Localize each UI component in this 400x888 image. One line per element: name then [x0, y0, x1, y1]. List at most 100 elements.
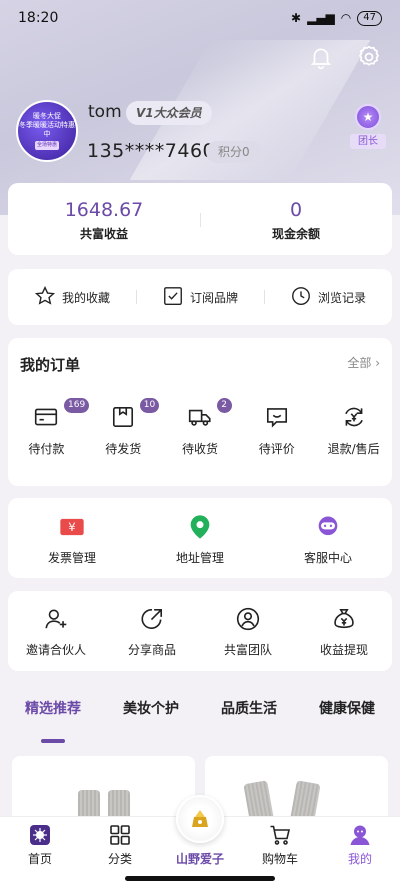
tab-category[interactable]: 分类	[80, 817, 160, 872]
chevron-right-icon: ›	[375, 356, 380, 370]
orders-all-label: 全部	[347, 356, 372, 370]
order-pending-review[interactable]: 待评价	[238, 404, 315, 457]
avatar[interactable]: 暖冬大促 冬季暖暖活动特惠中 全场特惠	[16, 100, 78, 162]
category-tabs: 精选推荐 美妆个护 品质生活 健康保健	[0, 694, 400, 744]
comment-icon	[264, 404, 290, 430]
tab-featured[interactable]: 精选推荐	[25, 694, 81, 744]
invite-partner-label: 邀请合伙人	[25, 643, 86, 657]
tab-beauty[interactable]: 美妆个护	[123, 694, 179, 744]
tab-brand-label: 山野爱子	[175, 852, 224, 866]
status-time: 18:20	[18, 10, 59, 26]
svg-text:¥: ¥	[68, 520, 75, 534]
bell-icon[interactable]	[308, 44, 334, 74]
leader-badge[interactable]: ★ 团长	[350, 104, 386, 149]
tab-home-label: 首页	[27, 852, 52, 866]
orders-header: 我的订单 全部 ›	[20, 354, 380, 375]
tab-cart[interactable]: 购物车	[240, 817, 320, 872]
status-bar: 18:20 ✱ ▂▄▆ ◠ 47	[0, 0, 400, 36]
common-team-label: 共富团队	[223, 643, 272, 657]
earnings-label: 共富收益	[79, 227, 128, 241]
wallet-icon	[33, 404, 59, 430]
bluetooth-icon: ✱	[291, 11, 302, 25]
tab-mine[interactable]: 我的	[320, 817, 400, 872]
order-pending-receipt[interactable]: 2 待收货	[162, 398, 239, 457]
withdraw-earnings-label: 收益提现	[319, 643, 368, 657]
cash-value: 0	[289, 199, 303, 221]
favorites-label: 我的收藏	[61, 290, 110, 305]
invoice-label: 发票管理	[47, 551, 96, 565]
service-tools-card: ¥ 发票管理 地址管理 客服中心	[8, 498, 392, 578]
order-refund[interactable]: 退款/售后	[315, 404, 392, 457]
address-management[interactable]: 地址管理	[136, 513, 264, 578]
medal-icon: ★	[355, 104, 381, 130]
star-icon	[34, 285, 56, 310]
share-product-label: 分享商品	[127, 643, 176, 657]
common-team[interactable]: 共富团队	[200, 606, 296, 671]
team-icon	[235, 606, 261, 632]
quick-links-card: 我的收藏 订阅品牌 浏览记录	[8, 269, 392, 325]
brand-icon	[176, 795, 224, 843]
checkbox-icon	[162, 285, 184, 310]
pending-shipment-badge: 10	[139, 398, 160, 413]
phone-number: 135****7460	[87, 140, 216, 162]
orders-card: 我的订单 全部 › 169 待付款 10 待发货 2 待收货 待评价 退款/售后	[8, 338, 392, 486]
grid-icon	[108, 823, 132, 847]
add-user-icon	[43, 606, 69, 632]
avatar-text: 暖冬大促	[33, 112, 61, 120]
orders-all-link[interactable]: 全部 ›	[347, 354, 380, 375]
pending-payment-label: 待付款	[28, 442, 65, 456]
refund-label: 退款/售后	[327, 442, 380, 456]
gear-icon[interactable]	[356, 44, 382, 74]
customer-service-label: 客服中心	[303, 551, 352, 565]
customer-service-icon	[314, 513, 342, 541]
battery-icon: 47	[357, 10, 382, 26]
avatar-subtext: 冬季暖暖活动特惠中	[19, 121, 75, 138]
home-indicator[interactable]	[125, 876, 275, 881]
pending-shipment-label: 待发货	[105, 442, 142, 456]
favorites-link[interactable]: 我的收藏	[8, 285, 136, 310]
order-status-row: 169 待付款 10 待发货 2 待收货 待评价 退款/售后	[8, 398, 392, 457]
address-label: 地址管理	[175, 551, 224, 565]
signal-icon: ▂▄▆	[307, 11, 335, 25]
share-product[interactable]: 分享商品	[104, 606, 200, 671]
cart-icon	[268, 823, 292, 847]
cash-label: 现金余额	[271, 227, 320, 241]
withdraw-earnings[interactable]: 收益提现	[296, 606, 392, 671]
cash-balance[interactable]: 0 现金余额	[200, 183, 392, 255]
invoice-management[interactable]: ¥ 发票管理	[8, 513, 136, 578]
subscribed-brands-link[interactable]: 订阅品牌	[136, 285, 264, 310]
earnings-common[interactable]: 1648.67 共富收益	[8, 183, 200, 255]
pending-receipt-badge: 2	[216, 398, 232, 413]
bottom-tab-bar: 首页 分类 山野爱子 购物车 我的	[0, 795, 400, 872]
tab-health[interactable]: 健康保健	[319, 694, 375, 744]
avatar-chip: 全场特惠	[34, 141, 59, 150]
tab-cart-label: 购物车	[261, 852, 298, 866]
order-pending-payment[interactable]: 169 待付款	[8, 398, 90, 457]
home-icon	[28, 823, 52, 847]
money-bag-icon	[331, 606, 357, 632]
leader-label: 团长	[350, 134, 386, 149]
tab-brand[interactable]: 山野爱子	[160, 795, 240, 872]
tab-home[interactable]: 首页	[0, 817, 80, 872]
earnings-card: 1648.67 共富收益 0 现金余额	[8, 183, 392, 255]
history-link[interactable]: 浏览记录	[264, 285, 392, 310]
order-pending-shipment[interactable]: 10 待发货	[85, 398, 162, 457]
tab-mine-label: 我的	[347, 852, 372, 866]
clock-icon	[290, 285, 312, 310]
earnings-value: 1648.67	[64, 199, 144, 221]
orders-title: 我的订单	[20, 356, 81, 374]
tab-lifestyle[interactable]: 品质生活	[221, 694, 277, 744]
vip-badge[interactable]: V1大众会员	[126, 101, 212, 125]
customer-service[interactable]: 客服中心	[264, 513, 392, 578]
header-actions	[308, 44, 382, 74]
team-tools-card: 邀请合伙人 分享商品 共富团队 收益提现	[8, 591, 392, 671]
share-icon	[139, 606, 165, 632]
wifi-icon: ◠	[340, 11, 352, 25]
status-icons: ✱ ▂▄▆ ◠ 47	[291, 10, 382, 26]
pending-receipt-label: 待收货	[181, 442, 218, 456]
points-badge[interactable]: 积分0	[206, 141, 262, 163]
username: tom	[88, 102, 122, 122]
invoice-icon: ¥	[58, 513, 86, 541]
subscribed-brands-label: 订阅品牌	[189, 290, 238, 305]
invite-partner[interactable]: 邀请合伙人	[8, 606, 104, 671]
